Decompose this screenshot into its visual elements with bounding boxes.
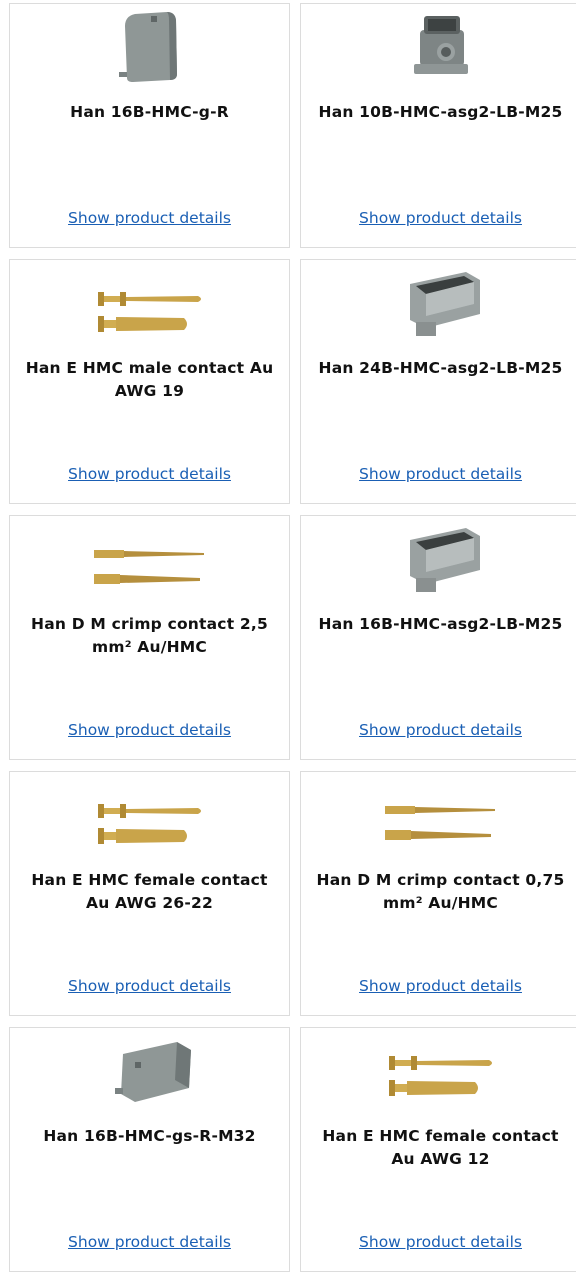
show-product-details-link[interactable]: Show product details bbox=[10, 465, 289, 483]
show-product-details-link[interactable]: Show product details bbox=[301, 721, 576, 739]
hood-icon[interactable] bbox=[85, 1032, 215, 1110]
hood-icon[interactable] bbox=[85, 8, 215, 86]
contact-pins-icon[interactable] bbox=[85, 520, 215, 598]
product-card: Han D M crimp contact 2,5 mm² Au/HMC Sho… bbox=[9, 515, 290, 760]
product-title: Han E HMC female contact Au AWG 26-22 bbox=[31, 871, 268, 912]
show-product-details-link[interactable]: Show product details bbox=[10, 977, 289, 995]
housing-icon[interactable] bbox=[376, 264, 506, 342]
product-title: Han 16B-HMC-g-R bbox=[70, 103, 229, 121]
housing-icon[interactable] bbox=[376, 8, 506, 86]
housing-icon[interactable] bbox=[376, 520, 506, 598]
show-product-details-link[interactable]: Show product details bbox=[301, 1233, 576, 1251]
product-card: Han D M crimp contact 0,75 mm² Au/HMC Sh… bbox=[300, 771, 576, 1016]
contact-pins-icon[interactable] bbox=[85, 264, 215, 342]
product-card: Han 16B-HMC-gs-R-M32 Show product detail… bbox=[9, 1027, 290, 1272]
show-product-details-link[interactable]: Show product details bbox=[301, 977, 576, 995]
product-title: Han 24B-HMC-asg2-LB-M25 bbox=[318, 359, 563, 377]
contact-pins-icon[interactable] bbox=[376, 1032, 506, 1110]
product-card: Han 10B-HMC-asg2-LB-M25 Show product det… bbox=[300, 3, 576, 248]
product-card: Han E HMC female contact Au AWG 26-22 Sh… bbox=[9, 771, 290, 1016]
product-card: Han 16B-HMC-asg2-LB-M25 Show product det… bbox=[300, 515, 576, 760]
product-title: Han E HMC female contact Au AWG 12 bbox=[322, 1127, 559, 1168]
show-product-details-link[interactable]: Show product details bbox=[301, 209, 576, 227]
product-title: Han 16B-HMC-gs-R-M32 bbox=[43, 1127, 256, 1145]
show-product-details-link[interactable]: Show product details bbox=[10, 209, 289, 227]
product-title: Han 10B-HMC-asg2-LB-M25 bbox=[318, 103, 563, 121]
product-card: Han 24B-HMC-asg2-LB-M25 Show product det… bbox=[300, 259, 576, 504]
product-card: Han 16B-HMC-g-R Show product details bbox=[9, 3, 290, 248]
product-title: Han D M crimp contact 2,5 mm² Au/HMC bbox=[31, 615, 268, 656]
show-product-details-link[interactable]: Show product details bbox=[10, 1233, 289, 1251]
product-title: Han E HMC male contact Au AWG 19 bbox=[25, 359, 274, 400]
product-card: Han E HMC female contact Au AWG 12 Show … bbox=[300, 1027, 576, 1272]
product-title: Han D M crimp contact 0,75 mm² Au/HMC bbox=[316, 871, 565, 912]
show-product-details-link[interactable]: Show product details bbox=[10, 721, 289, 739]
contact-pins-icon[interactable] bbox=[85, 776, 215, 854]
show-product-details-link[interactable]: Show product details bbox=[301, 465, 576, 483]
product-card: Han E HMC male contact Au AWG 19 Show pr… bbox=[9, 259, 290, 504]
product-title: Han 16B-HMC-asg2-LB-M25 bbox=[318, 615, 563, 633]
contact-pins-icon[interactable] bbox=[376, 776, 506, 854]
